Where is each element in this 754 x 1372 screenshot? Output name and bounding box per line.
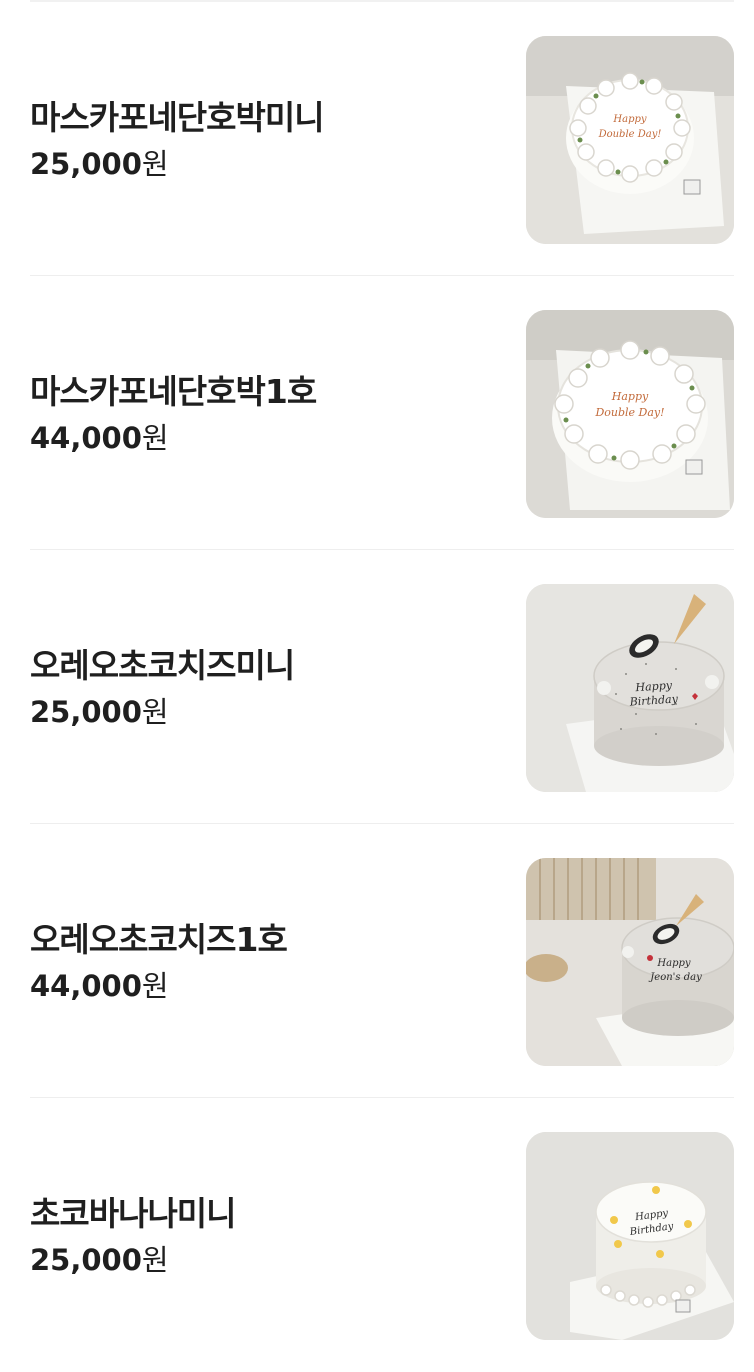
menu-item-name: 초코바나나미니 (30, 1194, 237, 1233)
price-unit: 원 (141, 147, 169, 181)
menu-item[interactable]: 오레오초코치즈1호 44,000원 Happy Jeon's day (0, 824, 754, 1098)
cake-photo[interactable]: Happy Double Day! (526, 310, 734, 518)
cake-photo-image: Happy Jeon's day (526, 858, 734, 1066)
cake-photo[interactable]: Happy Double Day! (526, 36, 734, 244)
menu-item-name: 오레오초코치즈1호 (30, 920, 288, 959)
menu-item-name: 마스카포네단호박1호 (30, 372, 317, 411)
menu-item-price: 25,000원 (30, 692, 169, 732)
svg-text:Happy: Happy (612, 114, 646, 125)
price-unit: 원 (141, 421, 169, 455)
price-value: 44,000 (30, 421, 142, 455)
price-unit: 원 (141, 1243, 169, 1277)
cake-photo[interactable]: Happy Birthday (526, 1132, 734, 1340)
cake-photo[interactable]: Happy Jeon's day (526, 858, 734, 1066)
menu-item-price: 25,000원 (30, 1240, 169, 1280)
price-value: 25,000 (30, 695, 142, 729)
price-value: 25,000 (30, 147, 142, 181)
svg-text:Happy: Happy (634, 679, 673, 695)
svg-text:Happy: Happy (611, 390, 649, 403)
price-unit: 원 (141, 695, 169, 729)
menu-item[interactable]: 오레오초코치즈미니 25,000원 Happy Birthday (0, 550, 754, 824)
menu-item[interactable]: 초코바나나미니 25,000원 Happy Birthday (0, 1098, 754, 1372)
svg-text:Double Day!: Double Day! (594, 406, 664, 419)
svg-text:Double Day!: Double Day! (598, 129, 662, 140)
price-value: 44,000 (30, 969, 142, 1003)
menu-item[interactable]: 마스카포네단호박미니 25,000원 Happy Double Day! (0, 2, 754, 276)
menu-item-price: 44,000원 (30, 418, 169, 458)
price-unit: 원 (141, 969, 169, 1003)
cake-photo-image: Happy Double Day! (526, 36, 734, 244)
cake-photo-image: Happy Birthday (526, 1132, 734, 1340)
cake-photo[interactable]: Happy Birthday (526, 584, 734, 792)
menu-item-price: 44,000원 (30, 966, 169, 1006)
menu-item-name: 오레오초코치즈미니 (30, 646, 295, 685)
svg-text:Jeon's day: Jeon's day (648, 972, 702, 983)
menu-item-price: 25,000원 (30, 144, 169, 184)
cake-photo-image: Happy Birthday (526, 584, 734, 792)
cake-photo-image: Happy Double Day! (526, 310, 734, 518)
menu-item[interactable]: 마스카포네단호박1호 44,000원 Happy Double Day! (0, 276, 754, 550)
menu-item-name: 마스카포네단호박미니 (30, 98, 325, 137)
svg-text:Happy: Happy (656, 958, 690, 969)
price-value: 25,000 (30, 1243, 142, 1277)
